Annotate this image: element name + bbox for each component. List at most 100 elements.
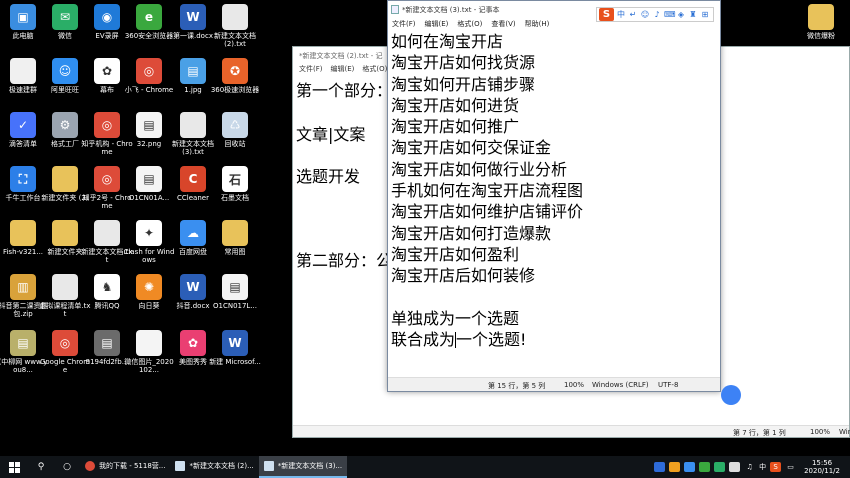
tray-ev-icon[interactable]	[684, 462, 696, 472]
desktop-icon[interactable]: ▤ 32.png	[126, 112, 172, 166]
punctuation-icon[interactable]: ↵	[628, 10, 638, 19]
desktop-icon[interactable]: C CCleaner	[170, 166, 216, 220]
desktop-icon[interactable]: 微信图片_2020102...	[124, 330, 174, 384]
ime-indicator[interactable]: 中	[759, 462, 766, 472]
aliwangwang-icon: ☺	[52, 58, 78, 84]
desktop-icon[interactable]: ☺ 阿里旺旺	[42, 58, 88, 112]
desktop-icon[interactable]: ✓ 滴答清单	[0, 112, 46, 166]
taskbar-app-button[interactable]: 我的下载 - 5118营...	[80, 456, 170, 478]
text-line: 单独成为一个选题	[391, 308, 520, 328]
menu-format[interactable]: 格式(O)	[457, 19, 482, 29]
desktop-icon[interactable]: ◎ 知乎机构 - Chrome	[81, 112, 133, 166]
desktop-icon[interactable]: ⛶ 千牛工作台	[0, 166, 46, 220]
folder-icon	[52, 166, 78, 192]
desktop-icon[interactable]: ✪ 360极速浏览器	[211, 58, 259, 112]
ime-mode-toggle[interactable]: 中	[616, 9, 626, 20]
menu-edit[interactable]: 编辑(E)	[425, 19, 449, 29]
desktop-icon[interactable]: ▥ 抖音第二课资料包.zip	[0, 274, 48, 328]
desktop-icon[interactable]: 新建文本文档 (3).txt	[170, 112, 216, 166]
desktop-icon[interactable]: ♺ 回收站	[212, 112, 258, 166]
text-file-icon	[222, 4, 248, 30]
desktop-icon[interactable]: 新建文件夹	[42, 220, 88, 274]
text-line: 淘宝开店后如何装修	[391, 266, 536, 286]
taskbar-app-button[interactable]: *新建文本文档 (3)...	[258, 456, 348, 478]
menu-view[interactable]: 查看(V)	[491, 19, 515, 29]
start-button[interactable]	[0, 456, 28, 478]
desktop-icon[interactable]: ✺ 向日葵	[126, 274, 172, 328]
desktop-icon[interactable]: ♞ 腾讯QQ	[84, 274, 130, 328]
tray-sunflower-icon[interactable]	[669, 462, 681, 472]
tray-app-icon[interactable]	[654, 462, 666, 472]
wechat-icon: ✉	[52, 4, 78, 30]
image-file-icon: ▤	[180, 58, 206, 84]
text-editor[interactable]: 如何在淘宝开店 淘宝开店如何找货源 淘宝如何开店铺步骤 淘宝开店如何进货 淘宝开店如何推…	[388, 31, 720, 377]
taskbar-app-label: *新建文本文档 (3)...	[277, 462, 343, 470]
status-bar: 第 7 行，第 1 列 100% Wine	[293, 425, 850, 437]
taskbar-apps: 我的下载 - 5118营... *新建文本文档 (2)... *新建文本文档 (3)…	[80, 456, 348, 478]
desktop-icon[interactable]: ⚙ 格式工厂	[42, 112, 88, 166]
notepad-window[interactable]: *新建文本文档 (3).txt - 记事本 文件(F) 编辑(E) 格式(O) …	[387, 0, 721, 392]
desktop-icon[interactable]: ✦ Clash for Windows	[124, 220, 174, 274]
desktop-icon[interactable]: e 360安全浏览器	[125, 4, 173, 58]
desktop-icon[interactable]: 新建文本文档.txt	[81, 220, 133, 274]
desktop-icon-label: 石墨文档	[221, 194, 249, 202]
desktop-icon[interactable]: ▤ O1CN01A...	[126, 166, 172, 220]
desktop-icon[interactable]: 新建文件夹 (2)	[41, 166, 89, 220]
desktop-icon[interactable]: ▤ 9194fd2fb...	[84, 330, 130, 384]
menu-edit[interactable]: 编辑(E)	[331, 64, 355, 74]
desktop-icon[interactable]: ▤ (中柳网 www.you8...	[0, 330, 47, 384]
tray-qq-icon[interactable]	[729, 462, 741, 472]
ime-toolbar[interactable]: S 中 ↵ ☺ ♪ ⌨ ◈ ♜ ⊞	[596, 7, 714, 22]
text-line: 手机如何在淘宝开店流程图	[391, 181, 584, 201]
folder-icon	[10, 220, 36, 246]
desktop-icon[interactable]: 极速建群	[0, 58, 46, 112]
clock[interactable]: 15:56 2020/11/2	[804, 459, 840, 475]
toolbox-icon[interactable]: ⊞	[700, 10, 710, 19]
desktop-icon[interactable]: ◎ Google Chrome	[40, 330, 90, 384]
floating-assistant-icon[interactable]	[721, 385, 741, 405]
desktop-icon[interactable]: ▤ 1.jpg	[170, 58, 216, 112]
desktop-icon[interactable]: W 新建 Microsof...	[209, 330, 261, 384]
taskbar-app-button[interactable]: *新建文本文档 (2)...	[170, 456, 258, 478]
desktop-icon[interactable]: ▣ 此电脑	[0, 4, 46, 58]
tray-360-icon[interactable]	[699, 462, 711, 472]
desktop-icon[interactable]: W 第一课.docx	[170, 4, 216, 58]
task-view-icon[interactable]: ○	[54, 456, 80, 478]
menu-file[interactable]: 文件(F)	[299, 64, 323, 74]
desktop-icon[interactable]: ☁ 百度网盘	[170, 220, 216, 274]
text-file-icon	[94, 220, 120, 246]
menu-file[interactable]: 文件(F)	[392, 19, 416, 29]
sogou-ime-icon[interactable]: S	[599, 8, 614, 21]
desktop-icon[interactable]: 石石墨文档	[212, 166, 258, 220]
desktop-icon[interactable]: ✿ 美图秀秀	[170, 330, 216, 384]
baidu-netdisk-icon: ☁	[180, 220, 206, 246]
text-line: 淘宝开店如何进货	[391, 95, 520, 115]
zoom-level: 100%	[810, 428, 831, 436]
sogou-tray-icon[interactable]: S	[770, 462, 782, 472]
desktop-icon[interactable]: ▤ O1CN017L...	[212, 274, 258, 328]
word-doc-icon: W	[180, 4, 206, 30]
skin-icon[interactable]: ◈	[676, 10, 686, 19]
shirt-icon[interactable]: ♜	[688, 10, 698, 19]
menu-help[interactable]: 帮助(H)	[525, 19, 550, 29]
volume-icon[interactable]: ♫	[744, 462, 755, 472]
tray-wechat-icon[interactable]	[714, 462, 726, 472]
notification-icon[interactable]: ▭	[785, 462, 796, 472]
desktop-icon[interactable]: ◉ EV录屏	[84, 4, 130, 58]
desktop-icon[interactable]: Fish-v321...	[0, 220, 46, 274]
desktop-icon[interactable]: 常用图	[212, 220, 258, 274]
desktop-icon[interactable]: 新建文本文档 (2).txt	[212, 4, 258, 58]
desktop-icon[interactable]: ✿ 幕布	[84, 58, 130, 112]
voice-icon[interactable]: ♪	[652, 10, 662, 19]
desktop-icon[interactable]: W 抖音.docx	[170, 274, 216, 328]
desktop-icon[interactable]: ✉ 微信	[42, 4, 88, 58]
emoji-icon[interactable]: ☺	[640, 10, 650, 19]
keyboard-icon[interactable]: ⌨	[664, 10, 676, 19]
desktop-icon[interactable]: ◎ 知乎2号 - Chrome	[83, 166, 131, 220]
desktop-icon[interactable]: 虚拟课程清单.txt	[39, 274, 91, 328]
qq-icon: ♞	[94, 274, 120, 300]
menu-format[interactable]: 格式(O)	[362, 64, 387, 74]
clock-time: 15:56	[811, 459, 833, 467]
search-icon[interactable]: ⚲	[28, 456, 54, 478]
desktop-icon[interactable]: ◎ 小飞 - Chrome	[125, 58, 173, 112]
